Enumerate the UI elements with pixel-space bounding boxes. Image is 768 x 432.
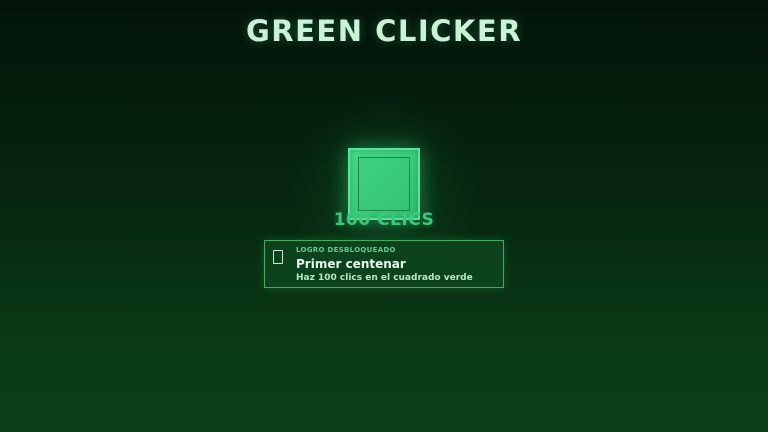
achievement-kicker: LOGRO DESBLOQUEADO	[296, 246, 396, 254]
game-title: GREEN CLICKER	[245, 14, 523, 48]
achievement-title: Primer centenar	[296, 257, 406, 271]
click-counter: 100 CLICS	[333, 210, 435, 230]
trophy-icon	[273, 250, 283, 264]
achievement-toast: LOGRO DESBLOQUEADO Primer centenar Haz 1…	[264, 240, 504, 288]
green-square-inner	[358, 157, 410, 211]
achievement-description: Haz 100 clics en el cuadrado verde	[296, 273, 473, 283]
